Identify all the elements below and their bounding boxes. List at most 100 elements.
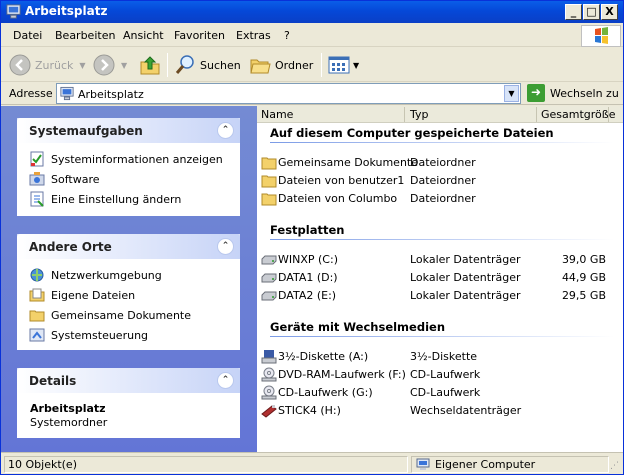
address-label: Adresse bbox=[9, 87, 53, 100]
explorer-window: Arbeitsplatz _ □ X Datei Bearbeiten Ansi… bbox=[0, 0, 624, 475]
column-header: Name Typ Gesamtgröße bbox=[257, 106, 623, 123]
go-arrow-icon: ➜ bbox=[527, 84, 545, 102]
toolbar-separator bbox=[321, 53, 322, 77]
link-software[interactable]: Software bbox=[17, 169, 240, 189]
my-documents-icon bbox=[29, 288, 45, 302]
up-folder-button[interactable] bbox=[139, 52, 161, 78]
computer-icon bbox=[416, 458, 430, 470]
details-header[interactable]: Details ⌃ bbox=[17, 368, 240, 393]
group-title-stored: Auf diesem Computer gespeicherte Dateien bbox=[270, 126, 554, 140]
details-type: Systemordner bbox=[30, 416, 108, 429]
folder-icon bbox=[261, 193, 277, 206]
maximize-button[interactable]: □ bbox=[583, 4, 600, 20]
back-button[interactable]: Zurück ▼ bbox=[9, 52, 86, 78]
folder-icon bbox=[261, 175, 277, 188]
dvd-drive-icon bbox=[261, 367, 277, 382]
windows-flag-icon bbox=[595, 27, 608, 44]
back-arrow-icon bbox=[9, 54, 31, 76]
status-object-count: 10 Objekt(e) bbox=[4, 456, 408, 473]
go-button[interactable]: ➜ Wechseln zu bbox=[527, 84, 619, 102]
list-item[interactable]: WINXP (C:) Lokaler Datenträger 39,0 GB bbox=[257, 251, 623, 269]
system-tasks-panel: Systemaufgaben ⌃ Systeminformationen anz… bbox=[17, 118, 240, 216]
link-change-setting[interactable]: Eine Einstellung ändern bbox=[17, 189, 240, 209]
task-pane: Systemaufgaben ⌃ Systeminformationen anz… bbox=[1, 106, 257, 452]
list-item[interactable]: 3½-Diskette (A:) 3½-Diskette bbox=[257, 348, 623, 366]
collapse-chevron-icon[interactable]: ⌃ bbox=[217, 122, 234, 139]
list-item[interactable]: Dateien von benutzer1 Dateiordner bbox=[257, 172, 623, 190]
collapse-chevron-icon[interactable]: ⌃ bbox=[217, 238, 234, 255]
folder-icon bbox=[261, 157, 277, 170]
list-item[interactable]: CD-Laufwerk (G:) CD-Laufwerk bbox=[257, 384, 623, 402]
system-info-icon bbox=[30, 151, 44, 167]
link-system-info[interactable]: Systeminformationen anzeigen bbox=[17, 149, 240, 169]
resize-grip-icon[interactable]: ⋰ bbox=[610, 461, 622, 473]
list-item[interactable]: DATA2 (E:) Lokaler Datenträger 29,5 GB bbox=[257, 287, 623, 305]
list-item[interactable]: Gemeinsame Dokumente Dateiordner bbox=[257, 154, 623, 172]
hard-drive-icon bbox=[261, 291, 277, 301]
column-name[interactable]: Name bbox=[261, 108, 293, 121]
group-title-removable: Geräte mit Wechselmedien bbox=[270, 320, 446, 334]
title-bar[interactable]: Arbeitsplatz _ □ X bbox=[1, 1, 623, 23]
menu-favoriten[interactable]: Favoriten bbox=[174, 29, 225, 42]
network-icon bbox=[30, 268, 44, 282]
floppy-drive-icon bbox=[261, 350, 277, 364]
address-input[interactable]: Arbeitsplatz ▼ bbox=[56, 83, 521, 104]
cd-drive-icon bbox=[261, 385, 277, 400]
forward-button[interactable]: ▼ bbox=[93, 52, 127, 78]
address-bar: Adresse Arbeitsplatz ▼ ➜ Wechseln zu bbox=[1, 82, 623, 105]
folder-up-icon bbox=[140, 56, 160, 75]
column-size[interactable]: Gesamtgröße bbox=[541, 108, 615, 121]
list-item[interactable]: DATA1 (D:) Lokaler Datenträger 44,9 GB bbox=[257, 269, 623, 287]
software-icon bbox=[29, 172, 45, 186]
folders-button[interactable]: Ordner bbox=[249, 52, 313, 78]
collapse-chevron-icon[interactable]: ⌃ bbox=[217, 372, 234, 389]
list-item[interactable]: Dateien von Columbo Dateiordner bbox=[257, 190, 623, 208]
list-item[interactable]: STICK4 (H:) Wechseldatenträger bbox=[257, 402, 623, 420]
menu-bar: Datei Bearbeiten Ansicht Favoriten Extra… bbox=[1, 24, 623, 47]
hard-drive-icon bbox=[261, 273, 277, 283]
link-my-documents[interactable]: Eigene Dateien bbox=[17, 285, 240, 305]
system-tasks-header[interactable]: Systemaufgaben ⌃ bbox=[17, 118, 240, 143]
status-bar: 10 Objekt(e) Eigener Computer ⋰ bbox=[1, 452, 623, 474]
menu-ansicht[interactable]: Ansicht bbox=[123, 29, 164, 42]
settings-icon bbox=[30, 191, 44, 207]
forward-dropdown-icon[interactable]: ▼ bbox=[121, 61, 127, 70]
forward-arrow-icon bbox=[93, 54, 115, 76]
minimize-button[interactable]: _ bbox=[565, 4, 582, 20]
column-type[interactable]: Typ bbox=[410, 108, 429, 121]
address-value: Arbeitsplatz bbox=[78, 88, 144, 101]
close-button[interactable]: X bbox=[601, 4, 618, 20]
address-dropdown-icon[interactable]: ▼ bbox=[504, 85, 519, 102]
search-icon bbox=[175, 55, 194, 74]
windows-logo bbox=[581, 25, 621, 47]
menu-help[interactable]: ? bbox=[284, 29, 290, 42]
computer-icon bbox=[60, 86, 74, 101]
search-button[interactable]: Suchen bbox=[174, 52, 241, 78]
status-zone: Eigener Computer bbox=[411, 456, 609, 473]
link-network[interactable]: Netzwerkumgebung bbox=[17, 265, 240, 285]
other-places-header[interactable]: Andere Orte ⌃ bbox=[17, 234, 240, 259]
computer-icon bbox=[6, 4, 21, 19]
window-title: Arbeitsplatz bbox=[25, 4, 108, 18]
folder-icon bbox=[29, 310, 45, 322]
link-shared-documents[interactable]: Gemeinsame Dokumente bbox=[17, 305, 240, 325]
toolbar: Zurück ▼ ▼ Suchen Ordner ▼ bbox=[1, 48, 623, 82]
group-title-disks: Festplatten bbox=[270, 223, 345, 237]
menu-extras[interactable]: Extras bbox=[236, 29, 271, 42]
views-dropdown-icon[interactable]: ▼ bbox=[353, 61, 359, 70]
link-control-panel[interactable]: Systemsteuerung bbox=[17, 325, 240, 345]
details-name: Arbeitsplatz bbox=[30, 402, 106, 415]
views-button[interactable]: ▼ bbox=[328, 52, 359, 78]
menu-datei[interactable]: Datei bbox=[13, 29, 42, 42]
file-list: Name Typ Gesamtgröße Auf diesem Computer… bbox=[257, 106, 623, 452]
folders-icon bbox=[250, 59, 271, 74]
toolbar-separator bbox=[167, 53, 168, 77]
menu-bearbeiten[interactable]: Bearbeiten bbox=[55, 29, 115, 42]
details-panel: Details ⌃ Arbeitsplatz Systemordner bbox=[17, 368, 240, 438]
back-dropdown-icon[interactable]: ▼ bbox=[79, 61, 85, 70]
hard-drive-icon bbox=[261, 255, 277, 265]
views-icon bbox=[328, 56, 350, 74]
control-panel-icon bbox=[29, 328, 45, 342]
other-places-panel: Andere Orte ⌃ Netzwerkumgebung Eigene Da… bbox=[17, 234, 240, 350]
list-item[interactable]: DVD-RAM-Laufwerk (F:) CD-Laufwerk bbox=[257, 366, 623, 384]
